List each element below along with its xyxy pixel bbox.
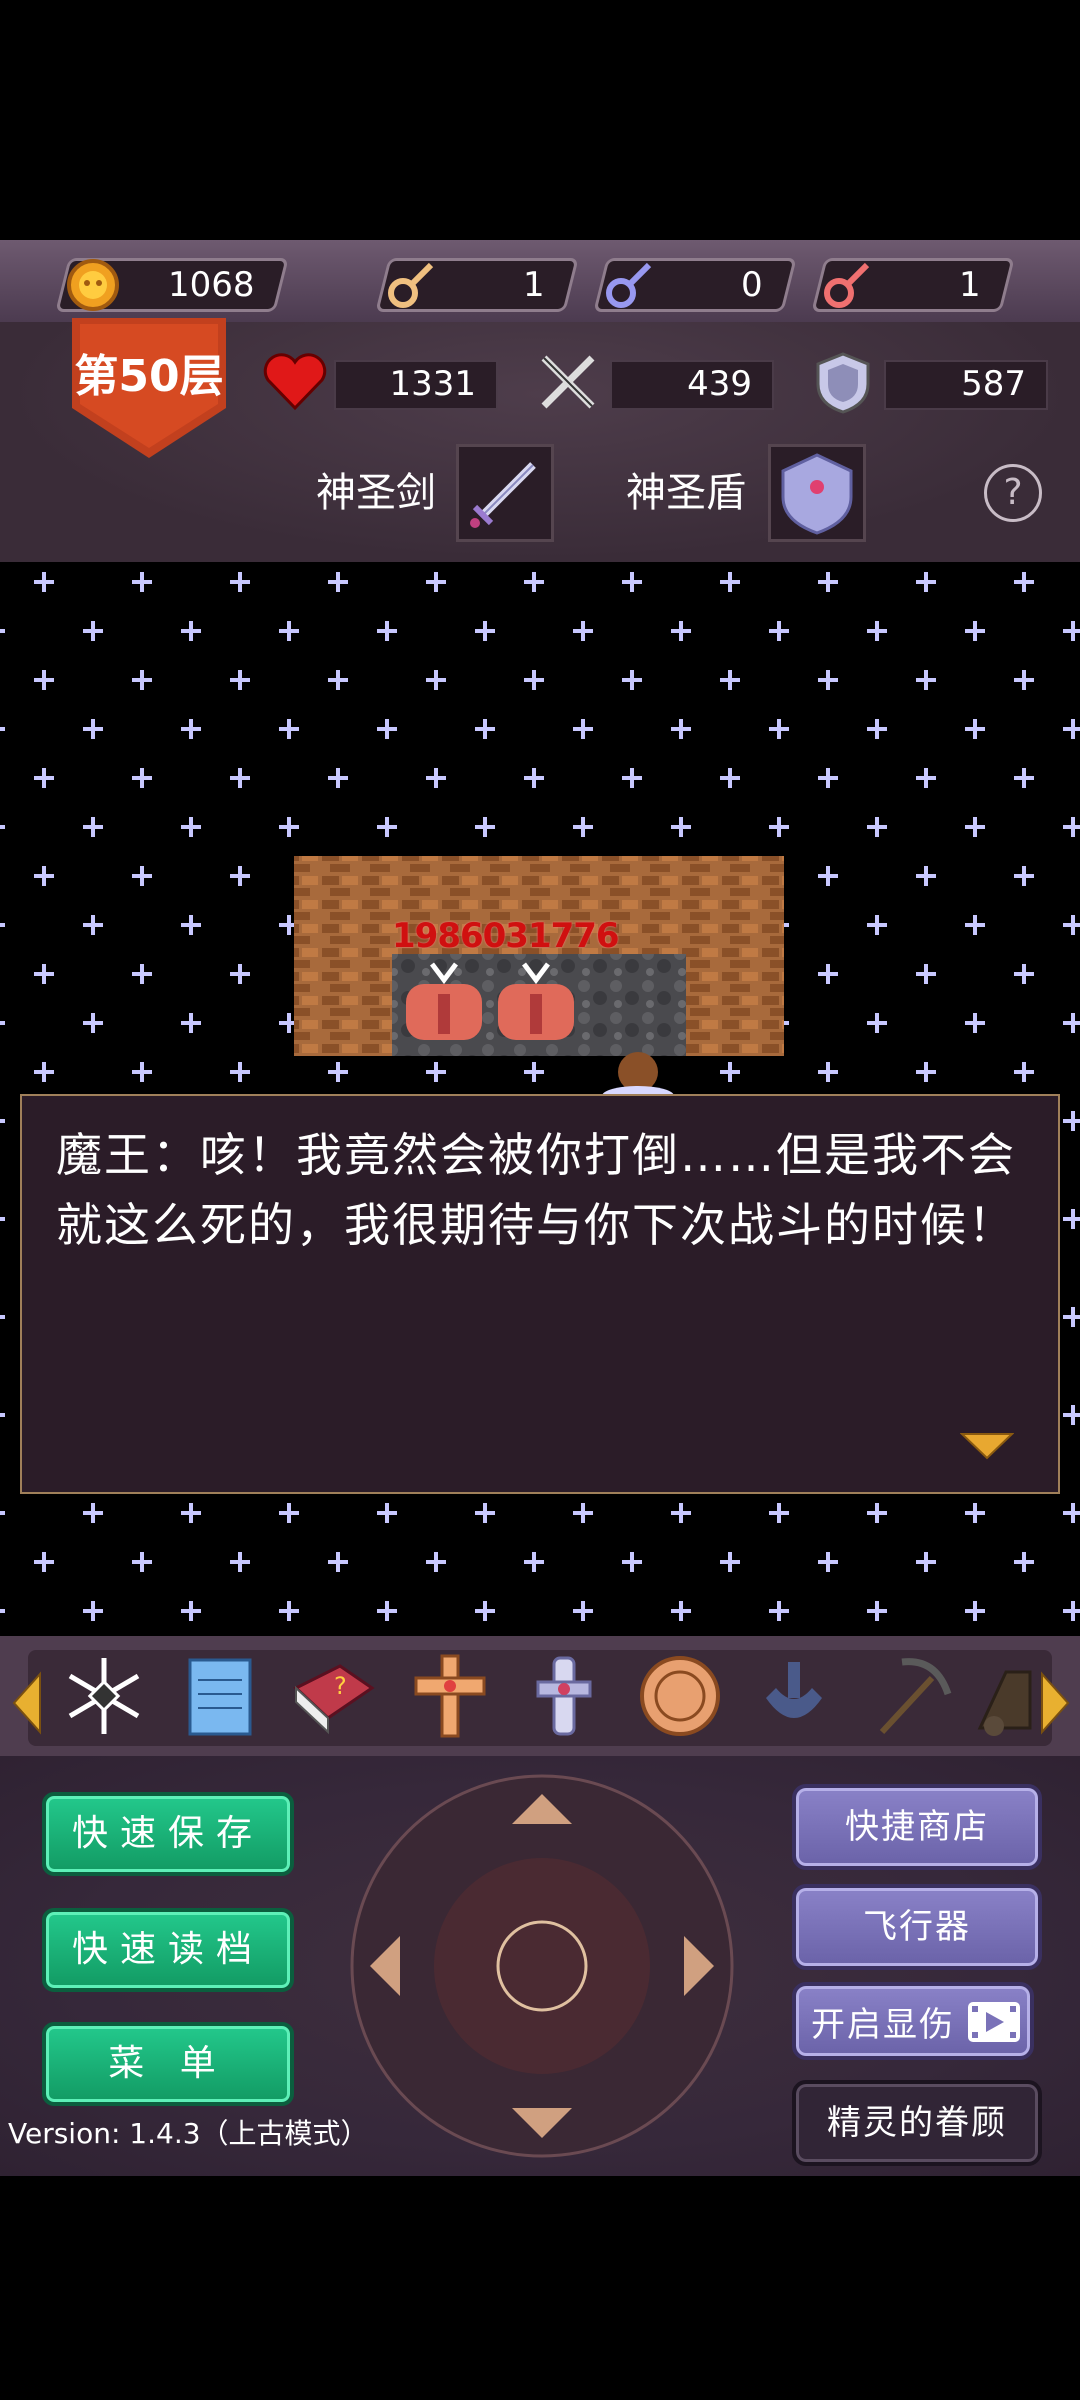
attack-stat: 439 [610,360,774,410]
teleport-item[interactable] [746,1648,842,1744]
holy-sword-icon [470,462,536,528]
teleport-icon [766,1662,822,1718]
hp-value: 1331 [389,364,476,404]
blue-key-icon [606,262,652,308]
dialog-text: 魔王：咳！我竟然会被你打倒……但是我不会就这么死的，我很期待与你下次战斗的时候！ [56,1128,1016,1252]
notepad-item-icon [188,1658,252,1736]
dpad-up-arrow-icon[interactable] [520,1790,564,1834]
crossed-swords-icon [541,355,595,409]
dialog-box[interactable]: 魔王：咳！我竟然会被你打倒……但是我不会就这么死的，我很期待与你下次战斗的时候！ [20,1094,1060,1494]
gold-counter: 1068 [55,258,289,312]
pickaxe-item[interactable] [862,1648,958,1744]
holy-cross-item[interactable] [402,1648,498,1744]
item-scroll-left-icon[interactable] [10,1670,44,1736]
weapon-label: 神圣剑 [316,470,436,516]
dpad-down-arrow-icon[interactable] [520,2098,564,2142]
weapon-slot[interactable] [456,444,554,542]
quick-shop-button[interactable]: 快捷商店 [792,1784,1042,1870]
blue-key-value: 0 [741,265,763,305]
blue-key-counter: 0 [593,258,797,312]
holy-water-icon [536,1656,592,1736]
video-ad-icon [968,2002,1020,2042]
red-key-value: 1 [959,265,981,305]
holy-cross-icon [414,1654,486,1738]
hp-stat: 1331 [334,360,498,410]
game-screen: 1068 1 0 1 第50层 1331 439 587 神圣剑 神圣盾 ? 1… [0,0,1080,2400]
snowflake-item[interactable] [56,1648,152,1744]
hero-sprite [602,1052,674,1100]
monster-book-icon: ? [293,1664,375,1735]
holy-water-item[interactable] [516,1648,612,1744]
defense-value: 587 [961,364,1026,404]
shield-slot[interactable] [768,444,866,542]
defense-stat: 587 [884,360,1048,410]
flyer-button[interactable]: 飞行器 [792,1884,1042,1970]
resource-bar: 1068 1 0 1 [0,240,1080,322]
dpad-right-arrow-icon[interactable] [674,1944,718,1988]
yellow-key-counter: 1 [375,258,579,312]
shield-label: 神圣盾 [626,470,746,516]
notepad-item[interactable] [172,1648,268,1744]
bomb-item[interactable] [976,1648,1036,1744]
yellow-key-icon [388,262,434,308]
demon-king-sprite [406,962,574,1040]
gold-value: 1068 [168,265,255,305]
damage-label: 1986031776 [392,916,620,956]
menu-button[interactable]: 菜 单 [42,2022,294,2106]
red-key-icon [824,262,870,308]
snowflake-item-icon [68,1658,140,1734]
gold-coin-icon [67,259,119,311]
item-scroll-right-icon[interactable] [1038,1670,1072,1736]
holy-shield-icon [781,453,853,535]
magic-coin-item[interactable] [632,1648,728,1744]
attack-value: 439 [687,364,752,404]
yellow-key-value: 1 [523,265,545,305]
quick-load-button[interactable]: 快速读档 [42,1908,294,1992]
monster-book-item[interactable]: ? [284,1648,380,1744]
magic-coin-icon [640,1656,720,1736]
dialog-next-arrow-icon[interactable] [960,1432,1014,1460]
show-damage-label: 开启显伤 [811,2005,955,2045]
pickaxe-icon [879,1658,952,1735]
red-key-counter: 1 [811,258,1015,312]
shield-icon [816,352,870,414]
bottom-blank [0,2176,1080,2400]
version-label: Version: 1.4.3（上古模式） [8,2117,369,2150]
heart-icon [263,353,327,411]
help-button[interactable]: ? [984,464,1042,522]
svg-text:?: ? [334,1672,347,1700]
spirit-blessing-button[interactable]: 精灵的眷顾 [792,2080,1042,2166]
bomb-icon [977,1670,1032,1736]
dpad-left-arrow-icon[interactable] [366,1944,410,1988]
quick-save-button[interactable]: 快速保存 [42,1792,294,1876]
floor-label: 第50层 [74,351,224,402]
